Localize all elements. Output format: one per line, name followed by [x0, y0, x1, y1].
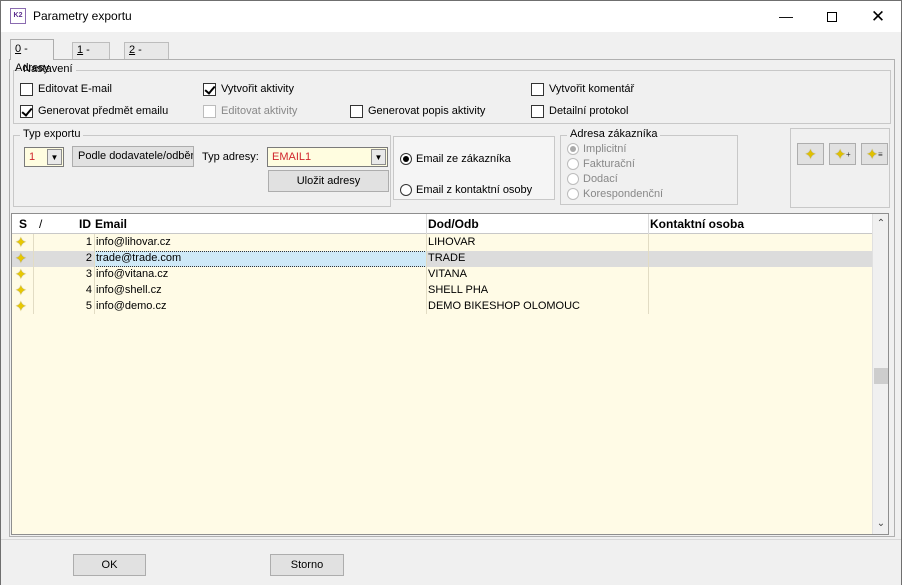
- adresa-korespondencni-radio[interactable]: Korespondenční: [567, 188, 663, 200]
- typ-exportu-number-select[interactable]: 1 ▼: [24, 147, 64, 167]
- editovat-aktivity-checkbox[interactable]: Editovat aktivity: [203, 104, 297, 118]
- star-list-icon: ✦≡: [866, 146, 883, 162]
- table-row[interactable]: ✦ 3 info@vitana.cz VITANA: [12, 267, 874, 283]
- nastaveni-group: Nastavení Editovat E-mail Generovat před…: [13, 63, 891, 124]
- email-zakaznika-radio[interactable]: Email ze zákazníka: [400, 153, 511, 165]
- chevron-down-icon: ▼: [47, 149, 62, 165]
- adresa-dodaci-radio[interactable]: Dodací: [567, 173, 618, 185]
- table-row[interactable]: ✦ 4 info@shell.cz SHELL PHA: [12, 283, 874, 299]
- star-plus-icon: ✦+: [834, 146, 851, 162]
- email-kontaktni-radio[interactable]: Email z kontaktní osoby: [400, 184, 532, 196]
- vytvorit-komentar-checkbox[interactable]: Vytvořit komentář: [531, 82, 634, 96]
- vertical-scrollbar[interactable]: ⌃ ⌄: [872, 214, 888, 534]
- close-icon: ✕: [870, 7, 886, 26]
- star-button[interactable]: ✦: [797, 143, 824, 165]
- ulozit-adresy-button[interactable]: Uložit adresy: [268, 170, 389, 192]
- adresa-zakaznika-group: Adresa zákazníka Implicitní Fakturační D…: [560, 128, 738, 205]
- star-icon: ✦: [15, 266, 27, 282]
- footer-bar: OK Storno: [1, 539, 901, 585]
- minimize-icon: —: [779, 8, 793, 24]
- star-list-button[interactable]: ✦≡: [861, 143, 888, 165]
- maximize-button[interactable]: [809, 1, 855, 32]
- header-s[interactable]: S: [19, 217, 27, 231]
- star-icon: ✦: [804, 146, 817, 162]
- generovat-predmet-checkbox[interactable]: Generovat předmět emailu: [20, 104, 168, 118]
- table-row[interactable]: ✦ 5 info@demo.cz DEMO BIKESHOP OLOMOUC: [12, 299, 874, 315]
- scroll-thumb[interactable]: [874, 368, 888, 384]
- header-email[interactable]: Email: [95, 217, 127, 231]
- star-add-button[interactable]: ✦+: [829, 143, 856, 165]
- grid-header: S / ID Email Dod/Odb Kontaktní osoba: [12, 214, 874, 234]
- ok-button[interactable]: OK: [73, 554, 146, 576]
- scroll-down-icon[interactable]: ⌄: [873, 516, 888, 532]
- star-icon: ✦: [15, 282, 27, 298]
- header-kontaktni-osoba[interactable]: Kontaktní osoba: [650, 217, 744, 231]
- maximize-icon: [827, 12, 837, 23]
- email-source-group: Email ze zákazníka Email z kontaktní oso…: [393, 136, 555, 200]
- header-sort[interactable]: /: [39, 217, 42, 231]
- mode-button[interactable]: Podle dodavatele/odběratele: [72, 146, 194, 167]
- vytvorit-aktivity-checkbox[interactable]: Vytvořit aktivity: [203, 82, 294, 96]
- header-dod-odb[interactable]: Dod/Odb: [428, 217, 479, 231]
- tab-aktivita[interactable]: 2 - Aktivita: [124, 42, 170, 71]
- editovat-email-checkbox[interactable]: Editovat E-mail: [20, 82, 112, 96]
- typ-exportu-group: Typ exportu 1 ▼ Podle dodavatele/odběrat…: [13, 128, 391, 207]
- adresa-zakaznika-label: Adresa zákazníka: [567, 128, 661, 140]
- k2-app-icon: K2: [10, 8, 26, 24]
- storno-button[interactable]: Storno: [270, 554, 344, 576]
- typ-adresy-select[interactable]: EMAIL1 ▼: [267, 147, 388, 167]
- star-icon: ✦: [15, 234, 27, 250]
- address-grid[interactable]: S / ID Email Dod/Odb Kontaktní osoba ✦ 1…: [11, 213, 889, 535]
- close-button[interactable]: ✕: [855, 1, 901, 32]
- scroll-up-icon[interactable]: ⌃: [873, 216, 888, 232]
- detailni-protokol-checkbox[interactable]: Detailní protokol: [531, 104, 629, 118]
- window-title: Parametry exportu: [33, 9, 132, 23]
- dialog-window: K2 Parametry exportu — ✕ 0 - Adresy 1 - …: [0, 0, 902, 585]
- table-row-selected[interactable]: ✦ 2 trade@trade.com TRADE: [12, 251, 874, 267]
- minimize-button[interactable]: —: [763, 1, 809, 32]
- typ-exportu-label: Typ exportu: [20, 128, 84, 140]
- chevron-down-icon: ▼: [371, 149, 386, 165]
- typ-adresy-label: Typ adresy:: [202, 151, 259, 163]
- adresa-implicitni-radio[interactable]: Implicitní: [567, 143, 626, 155]
- adresa-fakturacni-radio[interactable]: Fakturační: [567, 158, 635, 170]
- tab-adresy[interactable]: 0 - Adresy: [10, 39, 55, 74]
- star-actions-group: ✦ ✦+ ✦≡: [790, 128, 890, 208]
- title-bar: K2 Parametry exportu — ✕: [1, 1, 901, 32]
- generovat-popis-checkbox[interactable]: Generovat popis aktivity: [350, 104, 485, 118]
- star-icon: ✦: [15, 250, 27, 266]
- tab-email[interactable]: 1 - Email: [72, 42, 110, 71]
- star-icon: ✦: [15, 298, 27, 314]
- table-row[interactable]: ✦ 1 info@lihovar.cz LIHOVAR: [12, 235, 874, 251]
- header-id[interactable]: ID: [79, 217, 91, 231]
